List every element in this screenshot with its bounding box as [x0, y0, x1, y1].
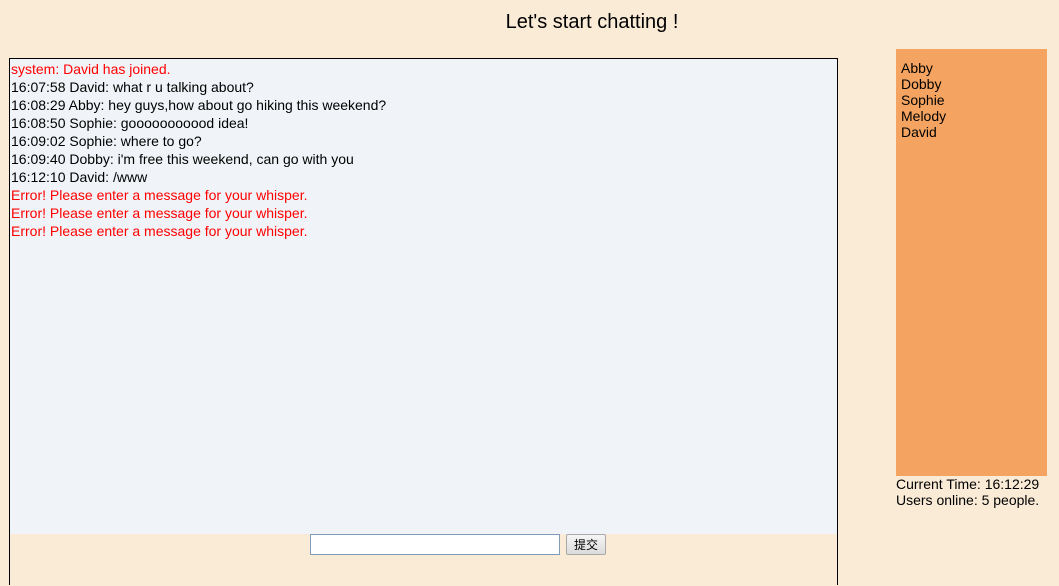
status-info: Current Time: 16:12:29 Users online: 5 p…	[896, 476, 1059, 508]
current-time: Current Time: 16:12:29	[896, 476, 1040, 492]
chat-message: 16:08:29 Abby: hey guys,how about go hik…	[11, 97, 387, 113]
users-online-count: Users online: 5 people.	[896, 492, 1040, 508]
message-input[interactable]	[310, 534, 560, 555]
chat-message: 16:09:40 Dobby: i'm free this weekend, c…	[11, 151, 354, 167]
chat-message-error: Error! Please enter a message for your w…	[11, 205, 308, 221]
user-list-item[interactable]: Dobby	[901, 76, 1042, 92]
user-list-item[interactable]: Sophie	[901, 92, 1042, 108]
chat-message: 16:08:50 Sophie: gooooooooood idea!	[11, 115, 249, 131]
user-list-item[interactable]: Abby	[901, 60, 1042, 76]
chat-message-system: system: David has joined.	[11, 61, 171, 77]
user-list: Abby Dobby Sophie Melody David	[896, 49, 1047, 476]
chat-message-error: Error! Please enter a message for your w…	[11, 187, 308, 203]
chat-message: 16:09:02 Sophie: where to go?	[11, 133, 202, 149]
page-title: Let's start chatting !	[505, 11, 679, 33]
chat-frame: system: David has joined. 16:07:58 David…	[9, 58, 838, 585]
chat-message: 16:07:58 David: what r u talking about?	[11, 79, 254, 95]
submit-button[interactable]: 提交	[566, 534, 606, 555]
chat-message-error: Error! Please enter a message for your w…	[11, 223, 308, 239]
chat-log[interactable]: system: David has joined. 16:07:58 David…	[10, 59, 837, 534]
chat-message: 16:12:10 David: /www	[11, 169, 148, 185]
user-list-item[interactable]: David	[901, 124, 1042, 140]
message-input-area: 提交	[10, 533, 837, 586]
user-list-item[interactable]: Melody	[901, 108, 1042, 124]
